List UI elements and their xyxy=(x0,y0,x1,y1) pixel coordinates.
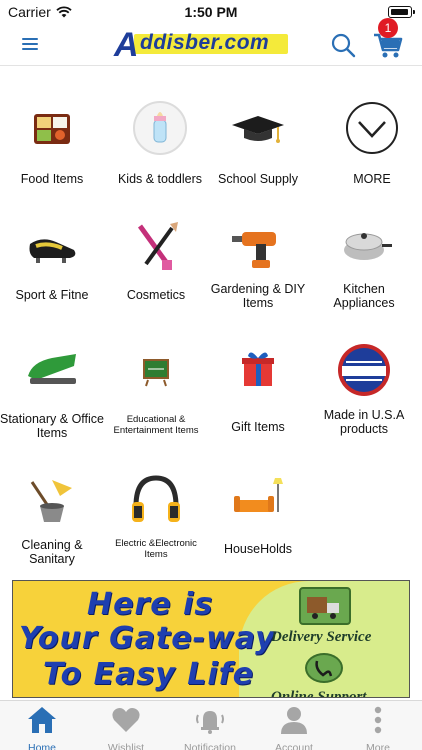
category-gardening-diy[interactable]: Gardening & DIY Items xyxy=(206,216,310,310)
category-label: HouseHolds xyxy=(223,542,293,556)
tab-account[interactable]: Account xyxy=(252,705,336,750)
category-label: Kids & toddlers xyxy=(117,172,203,186)
promo-banner[interactable]: Here is Your Gate-way To Easy Life Deliv… xyxy=(12,580,410,698)
gift-box-icon xyxy=(228,340,288,400)
headphones-icon xyxy=(126,470,186,530)
category-school-supply[interactable]: School Supply xyxy=(206,98,310,186)
category-sport-fitness[interactable]: Sport & Fitne xyxy=(0,216,104,302)
category-label: School Supply xyxy=(218,172,298,186)
app-logo[interactable]: A ddisber.com xyxy=(114,26,288,64)
status-time: 1:50 PM xyxy=(184,4,238,20)
category-label: Educational & Entertainment Items xyxy=(113,414,199,436)
category-label: Stationary & Office Items xyxy=(0,412,104,440)
tab-label: More xyxy=(366,742,390,750)
category-stationary-office[interactable]: Stationary & Office Items xyxy=(0,340,104,440)
user-icon xyxy=(281,707,307,734)
mop-bucket-icon xyxy=(22,470,82,530)
category-label: Food Items xyxy=(20,172,84,186)
category-households[interactable]: HouseHolds xyxy=(206,470,310,556)
category-label: Cleaning & Sanitary xyxy=(21,538,83,566)
sofa-lamp-icon xyxy=(228,470,288,530)
battery-icon xyxy=(388,6,415,18)
category-label: Made in U.S.A products xyxy=(323,408,405,436)
category-label: Kitchen Appliances xyxy=(333,282,395,310)
category-label: Gardening & DIY Items xyxy=(210,282,306,310)
banner-line-3: To Easy Life xyxy=(43,657,255,692)
category-label: Cosmetics xyxy=(126,288,186,302)
category-gift-items[interactable]: Gift Items xyxy=(206,340,310,434)
heart-icon xyxy=(112,708,140,732)
category-cosmetics[interactable]: Cosmetics xyxy=(104,216,208,302)
search-icon[interactable] xyxy=(330,32,356,58)
graduation-cap-icon xyxy=(228,98,288,158)
status-bar: Carrier 1:50 PM xyxy=(0,0,422,24)
category-kitchen-appliances[interactable]: Kitchen Appliances xyxy=(312,216,416,310)
chalkboard-icon xyxy=(126,340,186,400)
tab-notification[interactable]: Notification xyxy=(168,705,252,750)
power-drill-icon xyxy=(228,216,288,276)
baby-bottle-icon xyxy=(130,98,190,158)
cooking-pot-icon xyxy=(334,216,394,276)
stapler-icon xyxy=(22,340,82,400)
banner-line-2: Your Gate-way xyxy=(19,621,276,656)
category-label: MORE xyxy=(353,172,391,186)
category-cleaning-sanitary[interactable]: Cleaning & Sanitary xyxy=(0,470,104,566)
logo-text: ddisber.com xyxy=(140,31,270,54)
logo-initial: A xyxy=(114,26,139,64)
banner-support-text: Online Support xyxy=(271,689,367,698)
made-in-usa-badge-icon xyxy=(334,340,394,400)
tab-label: Home xyxy=(27,742,56,750)
chevron-down-icon xyxy=(342,98,402,158)
more-vertical-icon xyxy=(374,706,382,734)
tab-label: Notification xyxy=(184,742,236,750)
category-kids-toddlers[interactable]: Kids & toddlers xyxy=(108,98,212,186)
support-phone-icon xyxy=(305,653,343,683)
category-label: Sport & Fitne xyxy=(15,288,89,302)
category-made-in-usa[interactable]: Made in U.S.A products xyxy=(312,340,416,436)
banner-line-1: Here is xyxy=(87,587,214,622)
tab-home[interactable]: Home xyxy=(0,705,84,750)
football-boot-icon xyxy=(22,216,82,276)
bottom-tab-bar: Home Wishlist Notification Account More xyxy=(0,700,422,750)
tab-label: Account xyxy=(275,742,313,750)
hamburger-menu-icon[interactable] xyxy=(22,38,38,50)
makeup-brush-icon xyxy=(126,216,186,276)
bell-icon xyxy=(196,711,224,734)
bento-box-icon xyxy=(22,98,82,158)
tab-label: Wishlist xyxy=(107,742,145,750)
app-header: A ddisber.com 1 xyxy=(0,18,422,66)
delivery-truck-icon xyxy=(299,587,351,625)
category-label: Electric &Electronic Items xyxy=(115,538,197,560)
home-icon xyxy=(28,707,56,733)
category-more[interactable]: MORE xyxy=(320,98,422,186)
banner-delivery-text: Delivery Service xyxy=(271,629,372,645)
category-electric-electronic[interactable]: Electric &Electronic Items xyxy=(104,470,208,560)
tab-more[interactable]: More xyxy=(336,705,420,750)
category-food-items[interactable]: Food Items xyxy=(0,98,104,186)
tab-wishlist[interactable]: Wishlist xyxy=(84,705,168,750)
category-label: Gift Items xyxy=(231,420,285,434)
category-educational-entertainment[interactable]: Educational & Entertainment Items xyxy=(104,340,208,436)
cart-count-badge: 1 xyxy=(378,18,398,38)
